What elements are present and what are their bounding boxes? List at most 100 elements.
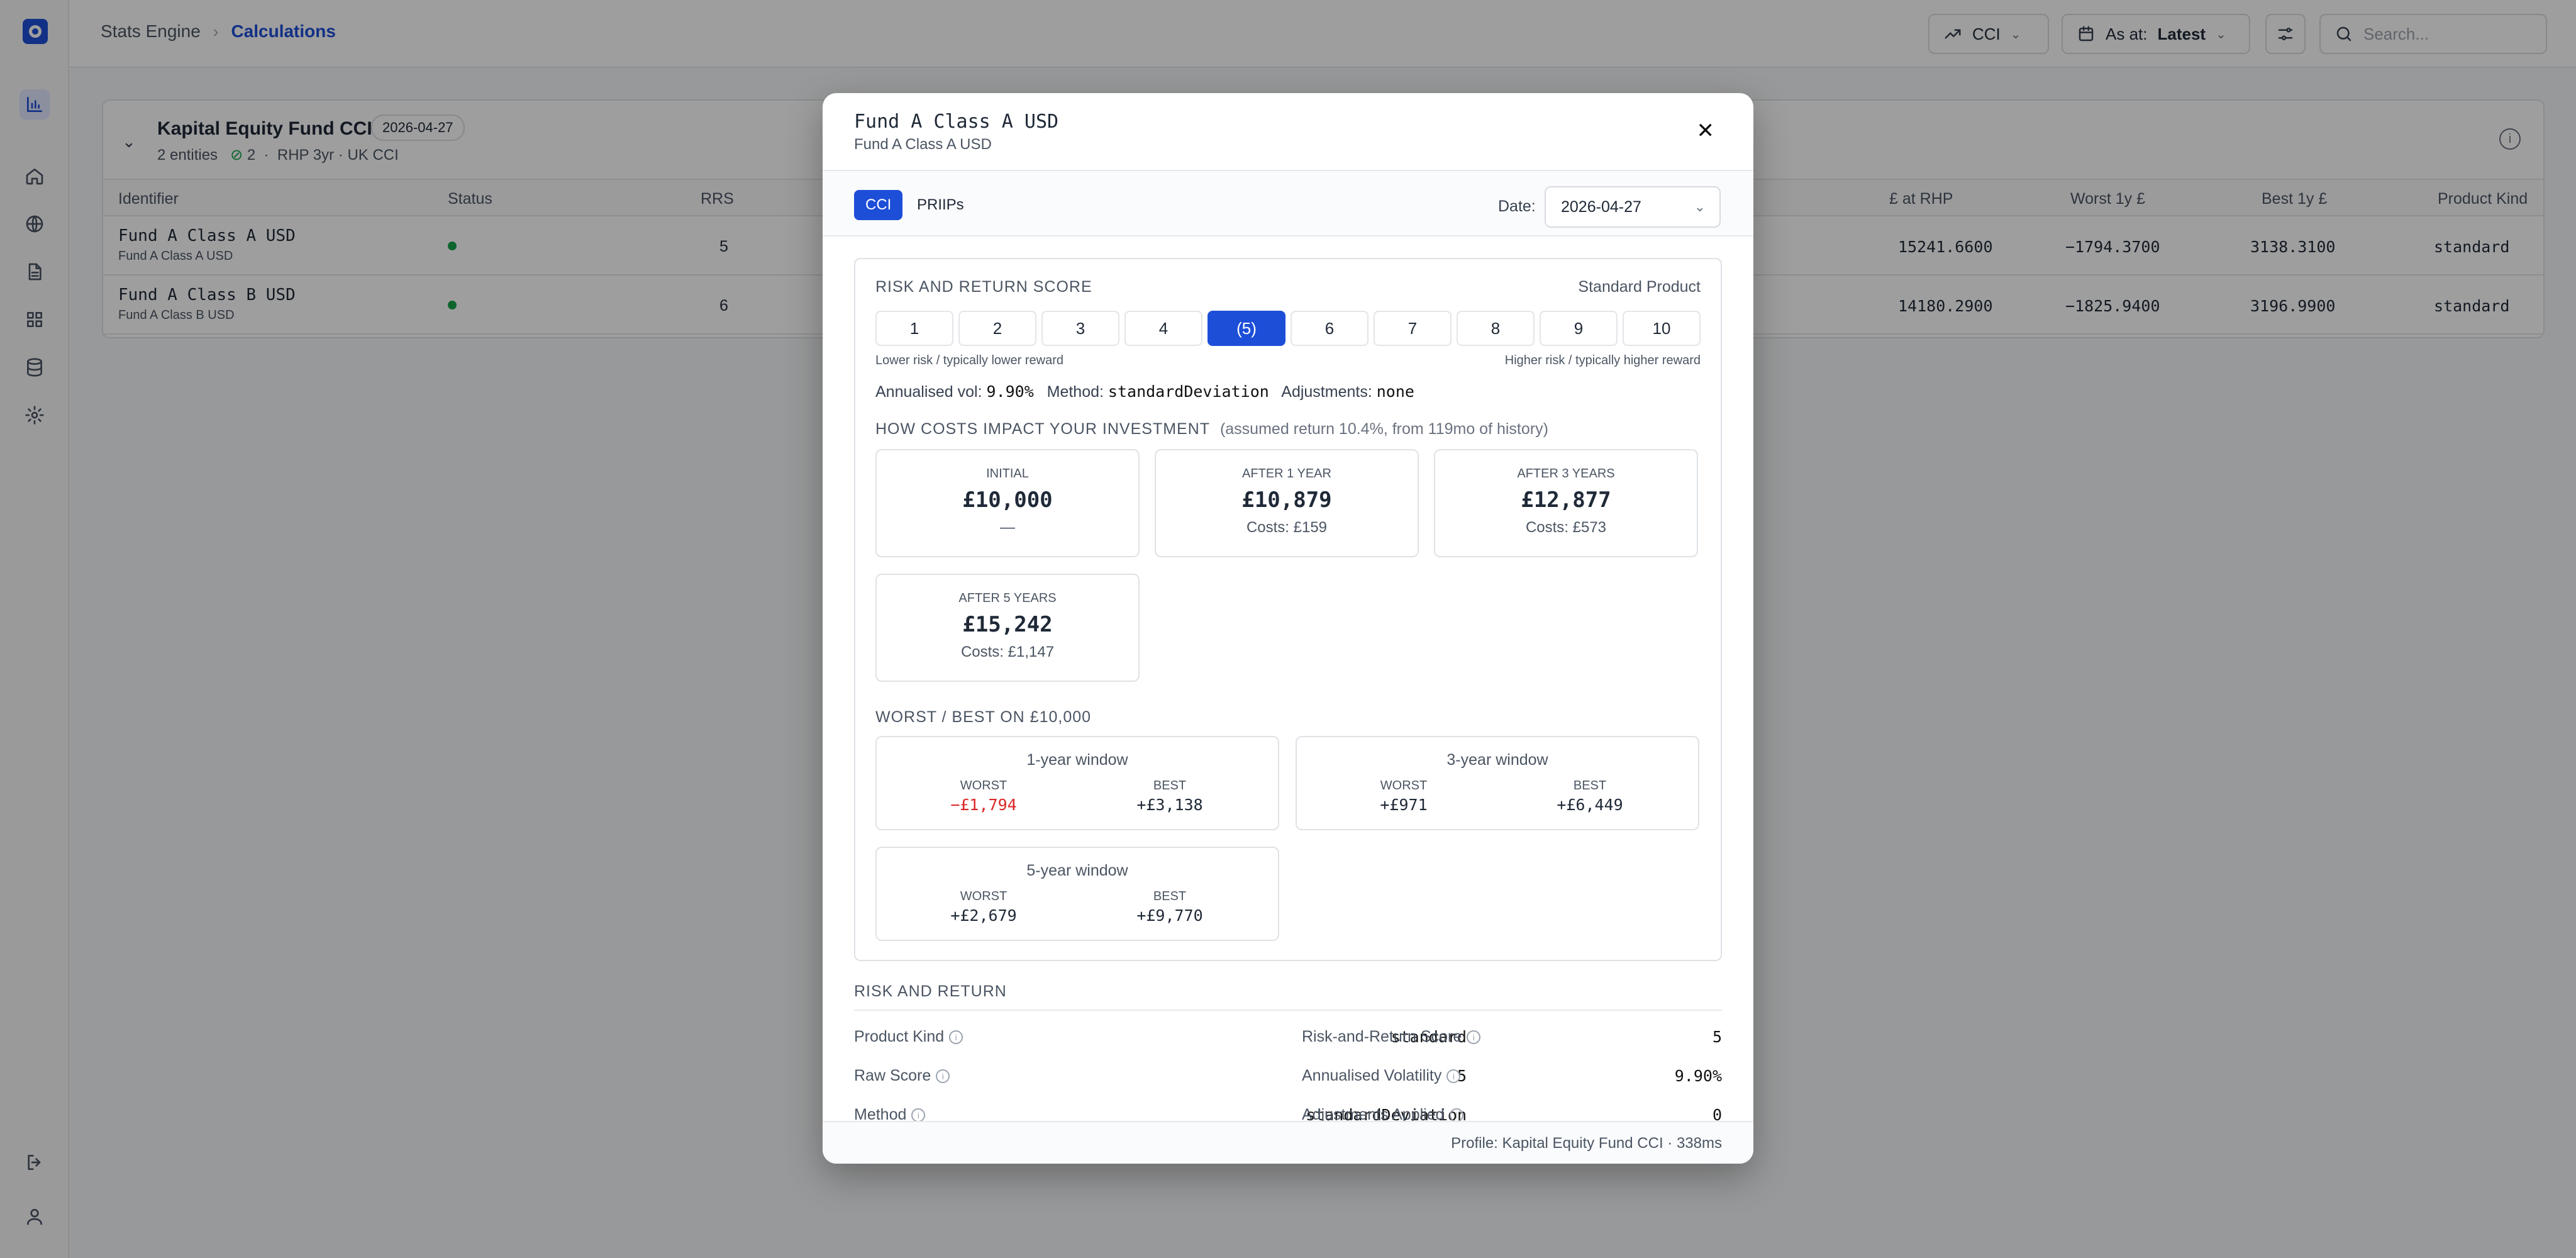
risk-scale-cell-selected: (5) (1208, 311, 1285, 346)
risk-scale-cell: 8 (1457, 311, 1535, 346)
adjustments-label: Adjustments: (1281, 383, 1372, 401)
risk-score-heading: RISK AND RETURN SCORE (875, 278, 1092, 296)
adjustments-value: none (1376, 382, 1414, 401)
cost-card-label: AFTER 5 YEARS (958, 591, 1057, 605)
worst-label: WORST (960, 779, 1008, 793)
cost-card-amount: £12,877 (1521, 487, 1611, 513)
window-title: 3-year window (1446, 751, 1548, 769)
worst-label: WORST (1380, 779, 1428, 793)
modal-tabs: CCI PRIIPs Date: 2026-04-27 ⌄ (823, 171, 1753, 237)
modal-subtitle: Fund A Class A USD (854, 136, 992, 153)
info-icon[interactable]: i (936, 1069, 950, 1084)
kv-label-text: Product Kind (854, 1028, 945, 1045)
cost-card: AFTER 3 YEARS £12,877 Costs: £573 (1434, 449, 1698, 557)
window-title: 5-year window (1026, 862, 1128, 879)
kv-value: 5 (1712, 1028, 1722, 1046)
info-icon[interactable]: i (911, 1108, 926, 1121)
info-icon[interactable]: i (1446, 1069, 1461, 1084)
cost-card-amount: £10,879 (1241, 487, 1332, 513)
cost-card: AFTER 5 YEARS £15,242 Costs: £1,147 (875, 574, 1140, 682)
cost-card-costs: Costs: £573 (1525, 519, 1607, 536)
date-select-value: 2026-04-27 (1561, 198, 1641, 216)
window-card: 5-year window WORST +£2,679 BEST +£9,770 (875, 847, 1279, 941)
best-value: +£6,449 (1557, 796, 1623, 814)
method-label: Method: (1046, 383, 1104, 401)
modal-header: Fund A Class A USD Fund A Class A USD ✕ (823, 93, 1753, 171)
risk-scale: 1 2 3 4 (5) 6 7 8 9 10 (875, 311, 1701, 346)
scale-low-caption: Lower risk / typically lower reward (875, 353, 1063, 367)
close-icon[interactable]: ✕ (1697, 118, 1715, 143)
cost-card-label: AFTER 3 YEARS (1517, 467, 1615, 481)
worst-column: WORST +£2,679 (933, 889, 1034, 925)
info-icon[interactable]: i (949, 1030, 963, 1045)
kv-label: Adjustments Applied i (1302, 1106, 1463, 1121)
info-icon[interactable]: i (1449, 1108, 1463, 1121)
risk-scale-cell: 1 (875, 311, 953, 346)
worst-value: +£971 (1380, 796, 1428, 814)
best-column: BEST +£3,138 (1119, 779, 1220, 814)
risk-scale-cell: 10 (1623, 311, 1701, 346)
kv-label-text: Annualised Volatility (1302, 1067, 1442, 1084)
cost-card-amount: £10,000 (962, 487, 1053, 513)
window-card: 3-year window WORST +£971 BEST +£6,449 (1296, 736, 1699, 830)
kv-label: Product Kind i (854, 1028, 963, 1046)
best-label: BEST (1153, 889, 1187, 903)
tab-cci[interactable]: CCI (854, 190, 903, 220)
date-label: Date: (1498, 198, 1536, 215)
window-card: 1-year window WORST −£1,794 BEST +£3,138 (875, 736, 1279, 830)
best-label: BEST (1153, 779, 1187, 793)
volatility-summary: Annualised vol: 9.90% Method: standardDe… (875, 382, 1414, 401)
modal-title: Fund A Class A USD (854, 111, 1059, 133)
best-column: BEST +£6,449 (1540, 779, 1640, 814)
info-icon[interactable]: i (1467, 1030, 1481, 1045)
tab-priips[interactable]: PRIIPs (906, 190, 975, 220)
kv-label-text: Method (854, 1106, 907, 1121)
risk-return-heading: RISK AND RETURN (854, 982, 1722, 1011)
cost-card-costs: Costs: £159 (1246, 519, 1328, 536)
kv-value: 0 (1712, 1106, 1722, 1121)
worst-column: WORST +£971 (1353, 779, 1454, 814)
cci-summary-box: RISK AND RETURN SCORE Standard Product 1… (854, 258, 1722, 961)
costs-heading-text: HOW COSTS IMPACT YOUR INVESTMENT (875, 420, 1211, 438)
cost-card-label: AFTER 1 YEAR (1242, 467, 1331, 481)
best-value: +£9,770 (1136, 906, 1203, 925)
kv-label-text: Raw Score (854, 1067, 931, 1084)
modal-body[interactable]: RISK AND RETURN SCORE Standard Product 1… (823, 237, 1753, 1121)
cost-card: AFTER 1 YEAR £10,879 Costs: £159 (1155, 449, 1419, 557)
vol-value: 9.90% (986, 382, 1034, 401)
kv-label-text: Risk-and-Return Score (1302, 1028, 1462, 1045)
method-value: standardDeviation (1108, 382, 1269, 401)
worst-label: WORST (960, 889, 1008, 903)
kv-label-text: Adjustments Applied (1302, 1106, 1445, 1121)
cost-card-amount: £15,242 (962, 612, 1053, 637)
worst-value: +£2,679 (950, 906, 1017, 925)
modal-footer: Profile: Kapital Equity Fund CCI · 338ms (823, 1121, 1753, 1164)
chevron-down-icon: ⌄ (1694, 199, 1706, 214)
risk-scale-cell: 4 (1124, 311, 1202, 346)
best-column: BEST +£9,770 (1119, 889, 1220, 925)
best-label: BEST (1573, 779, 1607, 793)
kv-label: Method i (854, 1106, 926, 1121)
costs-heading: HOW COSTS IMPACT YOUR INVESTMENT (assume… (875, 420, 1548, 438)
risk-scale-cell: 7 (1374, 311, 1452, 346)
kv-label: Risk-and-Return Score i (1302, 1028, 1481, 1046)
worst-value: −£1,794 (950, 796, 1017, 814)
vol-label: Annualised vol: (875, 383, 982, 401)
costs-note: (assumed return 10.4%, from 119mo of his… (1219, 420, 1548, 438)
cost-card-costs: Costs: £1,147 (960, 643, 1055, 660)
risk-scale-cell: 3 (1041, 311, 1119, 346)
risk-scale-cell: 9 (1540, 311, 1618, 346)
window-title: 1-year window (1026, 751, 1128, 769)
date-select[interactable]: 2026-04-27 ⌄ (1545, 186, 1721, 228)
scale-high-caption: Higher risk / typically higher reward (1504, 353, 1701, 367)
worst-column: WORST −£1,794 (933, 779, 1034, 814)
kv-label: Annualised Volatility i (1302, 1067, 1461, 1085)
cost-card-label: INITIAL (986, 467, 1029, 481)
kv-label: Raw Score i (854, 1067, 950, 1085)
cost-card-costs: — (1000, 519, 1015, 536)
worst-best-heading: WORST / BEST ON £10,000 (875, 708, 1092, 726)
product-type: Standard Product (1578, 278, 1701, 296)
kv-value: 9.90% (1674, 1067, 1722, 1085)
fund-detail-modal: Fund A Class A USD Fund A Class A USD ✕ … (823, 93, 1753, 1164)
profile-timing: Profile: Kapital Equity Fund CCI · 338ms (1451, 1135, 1722, 1152)
